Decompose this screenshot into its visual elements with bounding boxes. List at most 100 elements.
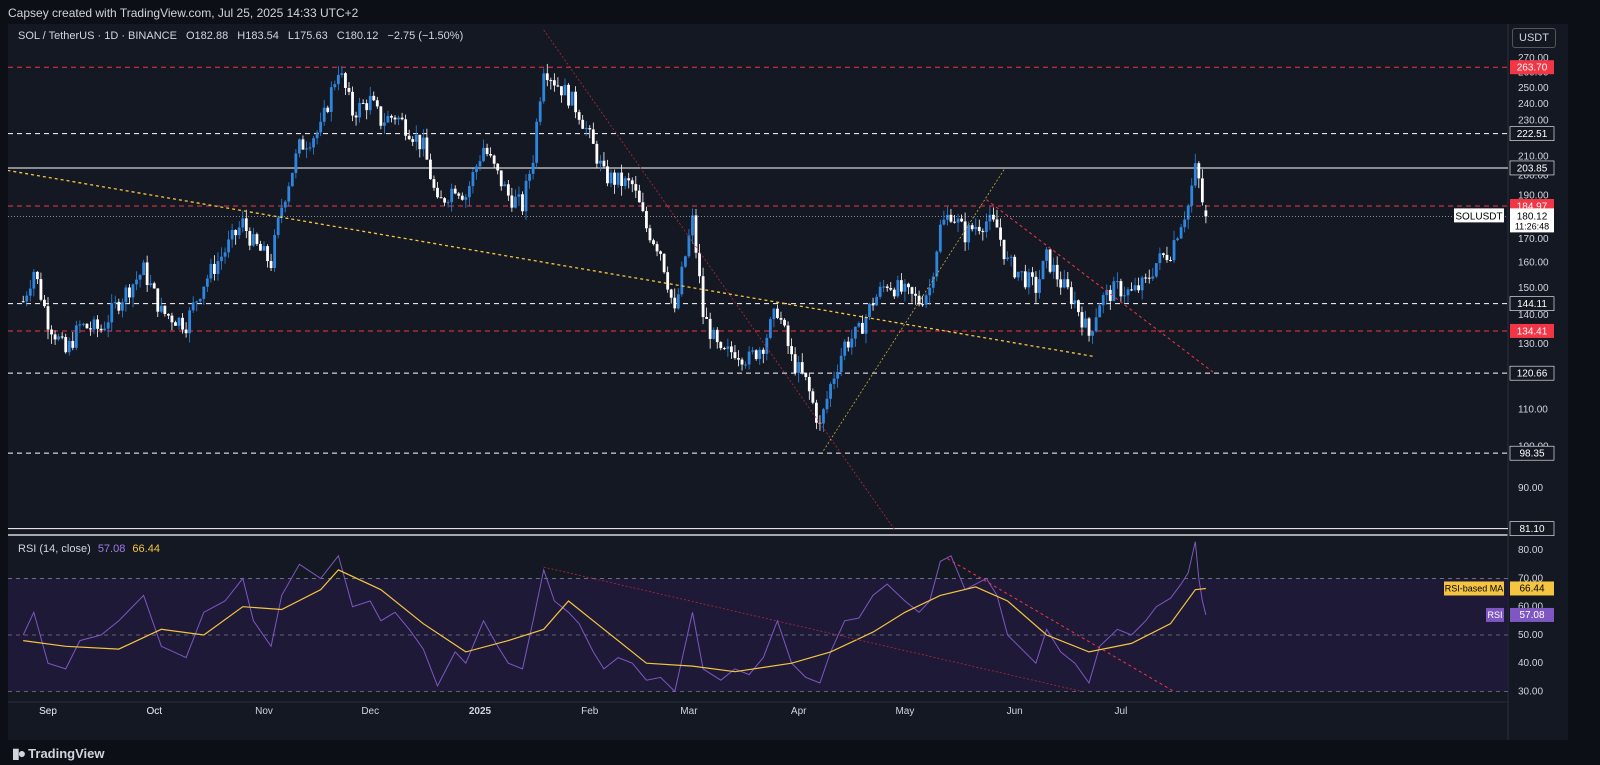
- candle-body: [43, 299, 46, 307]
- price-tick-label: 140.00: [1518, 310, 1549, 321]
- candle-body: [237, 227, 241, 236]
- candle-body: [414, 134, 418, 142]
- price-tick-label: 160.00: [1518, 258, 1549, 269]
- candle-body: [336, 74, 340, 85]
- rsi-tag-value: 57.08: [1519, 610, 1544, 621]
- candle-body: [719, 342, 723, 349]
- candle-body: [570, 91, 574, 106]
- candle-body: [984, 221, 988, 233]
- candle-body: [822, 409, 825, 424]
- candle-body: [871, 303, 875, 306]
- chart-area[interactable]: 90.00100.00110.00120.00130.00140.00150.0…: [8, 24, 1568, 740]
- candle-body: [797, 362, 801, 373]
- candle-body: [623, 178, 627, 186]
- candle-body: [892, 289, 896, 297]
- tradingview-brand: TradingView: [28, 746, 105, 761]
- chart-svg[interactable]: 90.00100.00110.00120.00130.00140.00150.0…: [8, 24, 1568, 740]
- candle-body: [666, 272, 670, 290]
- candle-body: [800, 362, 804, 373]
- candle-body: [910, 287, 914, 294]
- candle-body: [662, 253, 666, 273]
- level-tag-label: 134.41: [1517, 326, 1548, 337]
- price-tick-label: 90.00: [1518, 483, 1543, 494]
- candle-body: [110, 303, 114, 323]
- candle-body: [379, 106, 383, 126]
- candle-body: [676, 294, 680, 309]
- candle-body: [535, 121, 539, 163]
- candle-body: [1112, 281, 1116, 302]
- candle-body: [382, 122, 386, 126]
- candle-body: [1034, 276, 1038, 293]
- candle-body: [1062, 279, 1066, 288]
- level-tag-label: 81.10: [1519, 524, 1544, 535]
- candle-body: [655, 244, 659, 252]
- candle-body: [99, 328, 103, 331]
- candle-body: [67, 340, 71, 353]
- candle-body: [1020, 271, 1024, 273]
- footer: ▮● TradingView: [0, 740, 1600, 765]
- candle-body: [878, 286, 882, 297]
- candle-body: [772, 308, 776, 320]
- candle-body: [213, 263, 216, 274]
- candle-body: [429, 159, 432, 180]
- candle-body: [280, 207, 284, 218]
- candle-body: [60, 336, 64, 338]
- candle-body: [885, 286, 889, 289]
- candle-body: [1055, 264, 1059, 280]
- candle-body: [1126, 289, 1130, 296]
- candle-body: [340, 73, 344, 75]
- candle-body: [57, 336, 61, 340]
- candle-body: [680, 266, 684, 295]
- candle-body: [627, 178, 631, 181]
- candle-body: [825, 398, 829, 410]
- candle-body: [163, 305, 167, 314]
- candle-body: [1151, 276, 1155, 279]
- candle-body: [868, 303, 871, 317]
- candle-body: [528, 173, 531, 181]
- candle-body: [1133, 285, 1137, 291]
- candle-body: [273, 234, 277, 269]
- candle-body: [439, 197, 443, 199]
- currency-button[interactable]: USDT: [1512, 28, 1556, 48]
- candle-body: [315, 132, 319, 139]
- candle-body: [563, 84, 567, 96]
- candle-body: [35, 271, 39, 280]
- candle-body: [354, 115, 358, 118]
- candle-body: [776, 308, 779, 318]
- candle-body: [220, 256, 223, 262]
- candle-body: [1052, 264, 1056, 272]
- rsi-tick-label: 80.00: [1518, 545, 1543, 556]
- tradingview-logo: ▮● TradingView: [12, 745, 105, 762]
- candle-body: [1169, 259, 1172, 261]
- candle-body: [1197, 163, 1201, 179]
- candle-body: [74, 325, 78, 348]
- candle-body: [1123, 295, 1126, 297]
- candle-body: [737, 358, 740, 360]
- symbol-legend: SOL / TetherUS · 1D · BINANCE O182.88 H1…: [18, 30, 463, 42]
- candle-body: [386, 115, 390, 123]
- candle-body: [1041, 260, 1045, 280]
- candle-body: [503, 184, 507, 187]
- candle-body: [613, 172, 616, 185]
- candle-body: [584, 128, 588, 130]
- candle-body: [889, 288, 893, 290]
- candle-body: [241, 218, 245, 228]
- candle-body: [988, 214, 992, 222]
- candle-body: [953, 221, 956, 223]
- rsi-tick-label: 30.00: [1518, 687, 1543, 698]
- candle-body: [921, 304, 925, 306]
- candle-body: [634, 184, 638, 191]
- candle-body: [705, 317, 709, 319]
- candle-body: [1094, 317, 1098, 332]
- candle-body: [616, 172, 620, 185]
- candle-body: [545, 73, 549, 81]
- candle-body: [482, 147, 485, 162]
- candle-body: [768, 319, 772, 338]
- candle-body: [1027, 272, 1031, 288]
- candle-body: [850, 338, 854, 348]
- candle-body: [223, 252, 227, 257]
- candle-body: [832, 378, 836, 384]
- candle-body: [1084, 318, 1087, 328]
- candle-body: [499, 170, 503, 187]
- top-bar: Capsey created with TradingView.com, Jul…: [0, 0, 1600, 24]
